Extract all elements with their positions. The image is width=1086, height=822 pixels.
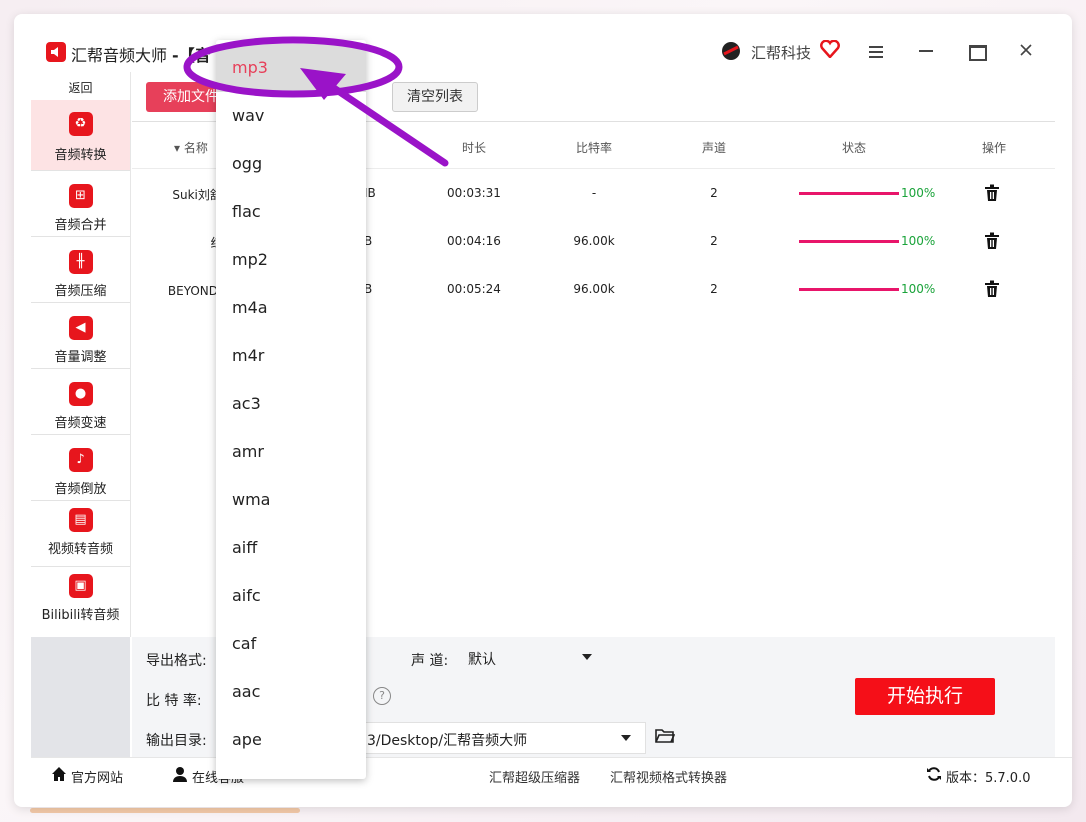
- annotation-overlay: [183, 36, 449, 167]
- annotation-ellipse: [183, 36, 403, 98]
- annotation-arrow-shaft: [318, 76, 449, 167]
